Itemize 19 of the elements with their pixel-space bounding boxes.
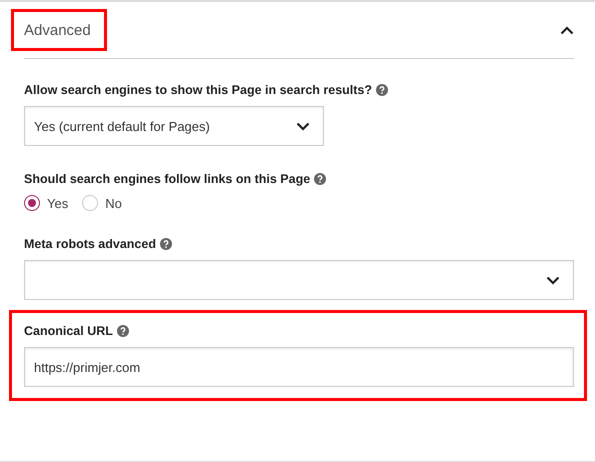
field-label: Should search engines follow links on this Page [24, 172, 310, 186]
chevron-icon [296, 122, 310, 130]
help-icon[interactable] [376, 84, 388, 96]
url-input-field[interactable]: https://primjer.com [24, 347, 574, 387]
dropdown-select[interactable]: Yes (current default for Pages) [24, 106, 324, 146]
radio-button[interactable] [24, 195, 40, 211]
help-icon[interactable] [314, 173, 326, 185]
radio-option[interactable]: No [82, 195, 122, 211]
dropdown-value: Yes (current default for Pages) [34, 118, 210, 134]
chevron-icon [560, 26, 574, 34]
chevron-icon [546, 276, 560, 284]
collapse-toggle[interactable] [560, 26, 574, 34]
help-icon[interactable] [160, 238, 172, 250]
help-icon[interactable] [116, 325, 129, 337]
section-title: Advanced [24, 22, 91, 38]
field-label: Canonical URL [24, 324, 113, 338]
radio-option[interactable]: Yes [24, 195, 68, 211]
field-label: Meta robots advanced [24, 237, 156, 251]
field-label: Allow search engines to show this Page in search results? [24, 83, 372, 97]
